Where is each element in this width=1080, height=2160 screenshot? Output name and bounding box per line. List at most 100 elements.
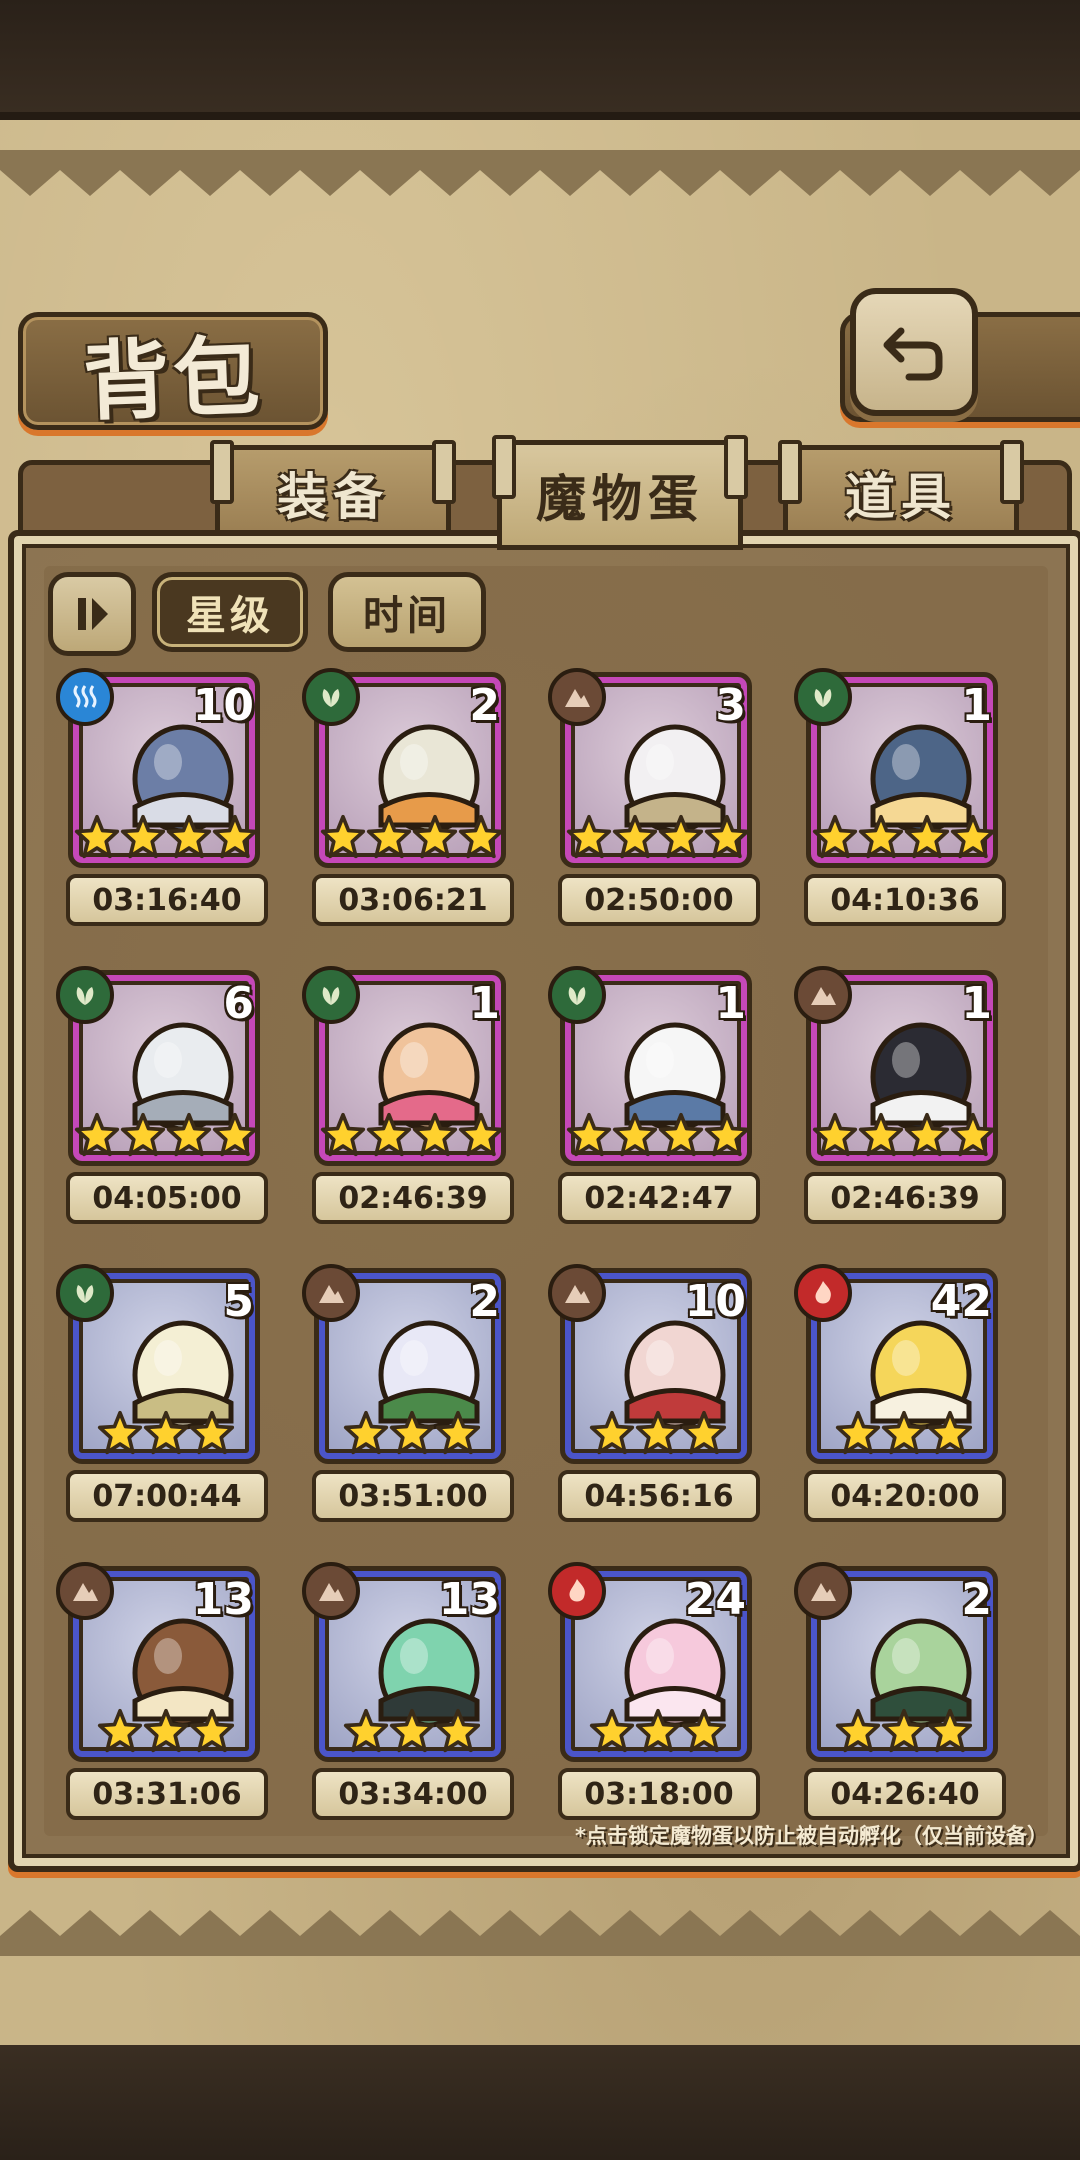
egg-count: 2 <box>469 680 500 731</box>
star-rating <box>548 1708 768 1754</box>
egg-card[interactable]: 6 04:05:00 <box>56 966 276 1234</box>
tab-equipment[interactable]: 装备 <box>210 440 456 541</box>
star-icon <box>635 1410 681 1455</box>
sort-by-star-button[interactable]: 星级 <box>152 572 308 652</box>
star-icon <box>658 1112 704 1157</box>
bottom-border <box>0 2045 1080 2160</box>
star-icon <box>435 1410 481 1455</box>
star-icon <box>950 1112 996 1157</box>
egg-card[interactable]: 2 03:06:21 <box>302 668 522 936</box>
star-icon <box>320 814 366 859</box>
egg-card[interactable]: 3 02:50:00 <box>548 668 768 936</box>
earth-element-icon <box>794 966 852 1024</box>
star-icon <box>435 1708 481 1753</box>
egg-card[interactable]: 24 03:18:00 <box>548 1562 768 1830</box>
tab-monster-eggs[interactable]: 魔物蛋 <box>492 435 748 550</box>
nature-element-icon <box>794 668 852 726</box>
star-icon <box>835 1708 881 1753</box>
star-icon <box>189 1708 235 1753</box>
egg-count: 42 <box>930 1276 992 1327</box>
star-icon <box>212 1112 258 1157</box>
back-button[interactable] <box>850 288 978 416</box>
star-icon <box>927 1708 973 1753</box>
star-icon <box>704 1112 750 1157</box>
egg-count: 2 <box>469 1276 500 1327</box>
earth-element-icon <box>302 1562 360 1620</box>
star-rating <box>302 1410 522 1456</box>
star-icon <box>389 1410 435 1455</box>
return-arrow-icon <box>883 327 943 381</box>
star-rating <box>548 814 768 860</box>
egg-count: 10 <box>192 680 254 731</box>
egg-card[interactable]: 2 04:26:40 <box>794 1562 1014 1830</box>
star-icon <box>904 814 950 859</box>
star-icon <box>74 814 120 859</box>
hatch-timer: 04:05:00 <box>66 1172 268 1224</box>
hatch-timer: 02:50:00 <box>558 874 760 926</box>
star-icon <box>366 814 412 859</box>
star-icon <box>97 1708 143 1753</box>
star-icon <box>812 814 858 859</box>
top-zigzag-border <box>0 150 1080 196</box>
egg-count: 1 <box>961 978 992 1029</box>
star-icon <box>704 814 750 859</box>
star-icon <box>635 1708 681 1753</box>
egg-card[interactable]: 42 04:20:00 <box>794 1264 1014 1532</box>
star-rating <box>794 1708 1014 1754</box>
egg-count: 1 <box>961 680 992 731</box>
tab-monster-eggs-label: 魔物蛋 <box>536 469 704 528</box>
hatch-timer: 04:20:00 <box>804 1470 1006 1522</box>
nature-element-icon <box>56 966 114 1024</box>
hatch-timer: 02:46:39 <box>804 1172 1006 1224</box>
egg-card[interactable]: 1 04:10:36 <box>794 668 1014 936</box>
earth-element-icon <box>302 1264 360 1322</box>
star-rating <box>56 814 276 860</box>
star-icon <box>458 1112 504 1157</box>
hatch-timer: 03:16:40 <box>66 874 268 926</box>
tab-items[interactable]: 道具 <box>778 440 1024 541</box>
star-rating <box>56 1112 276 1158</box>
hatch-timer: 03:34:00 <box>312 1768 514 1820</box>
hatch-timer: 02:42:47 <box>558 1172 760 1224</box>
egg-card[interactable]: 10 03:16:40 <box>56 668 276 936</box>
sort-order-toggle[interactable] <box>48 572 136 656</box>
star-icon <box>927 1410 973 1455</box>
egg-card[interactable]: 1 02:42:47 <box>548 966 768 1234</box>
star-icon <box>320 1112 366 1157</box>
star-icon <box>589 1410 635 1455</box>
egg-card[interactable]: 10 04:56:16 <box>548 1264 768 1532</box>
page-title: 背包 <box>81 325 265 433</box>
star-icon <box>681 1410 727 1455</box>
star-icon <box>343 1410 389 1455</box>
sort-by-time-button[interactable]: 时间 <box>328 572 486 652</box>
hatch-timer: 04:56:16 <box>558 1470 760 1522</box>
egg-card[interactable]: 13 03:34:00 <box>302 1562 522 1830</box>
star-icon <box>566 814 612 859</box>
star-rating <box>794 814 1014 860</box>
egg-count: 2 <box>961 1574 992 1625</box>
earth-element-icon <box>548 668 606 726</box>
egg-card[interactable]: 1 02:46:39 <box>794 966 1014 1234</box>
star-icon <box>212 814 258 859</box>
title-plate: 背包 <box>18 312 328 433</box>
egg-card[interactable]: 13 03:31:06 <box>56 1562 276 1830</box>
hatch-timer: 03:51:00 <box>312 1470 514 1522</box>
egg-card[interactable]: 1 02:46:39 <box>302 966 522 1234</box>
star-rating <box>56 1410 276 1456</box>
egg-card[interactable]: 2 03:51:00 <box>302 1264 522 1532</box>
star-rating <box>302 1112 522 1158</box>
star-rating <box>548 1410 768 1456</box>
star-rating <box>302 1708 522 1754</box>
star-icon <box>589 1708 635 1753</box>
star-icon <box>189 1410 235 1455</box>
star-icon <box>366 1112 412 1157</box>
egg-card[interactable]: 5 07:00:44 <box>56 1264 276 1532</box>
tab-items-label: 道具 <box>845 467 957 526</box>
star-icon <box>858 1112 904 1157</box>
star-icon <box>412 1112 458 1157</box>
star-icon <box>120 814 166 859</box>
star-icon <box>858 814 904 859</box>
star-icon <box>904 1112 950 1157</box>
nature-element-icon <box>302 966 360 1024</box>
bottom-zigzag-border <box>0 1910 1080 1956</box>
